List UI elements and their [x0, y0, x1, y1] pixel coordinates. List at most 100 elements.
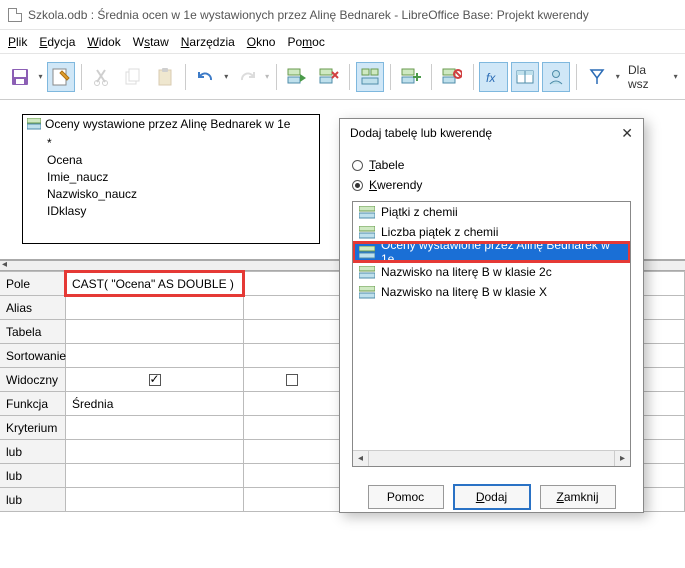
list-item-label: Liczba piątek z chemii [381, 225, 498, 239]
row-label-alias: Alias [0, 296, 66, 320]
source-field[interactable]: Nazwisko_naucz [47, 186, 313, 203]
distinct-button[interactable] [583, 62, 611, 92]
query-icon [359, 246, 375, 259]
visible-checkbox[interactable] [286, 374, 298, 386]
toolbar-separator [431, 64, 432, 90]
cut-button[interactable] [88, 62, 116, 92]
list-item[interactable]: Nazwisko na literę B w klasie X [353, 282, 630, 302]
table-name-button[interactable] [511, 62, 539, 92]
radio-kwerendy[interactable]: Kwerendy [352, 175, 631, 195]
dialog-titlebar[interactable]: Dodaj tabelę lub kwerendę ✕ [340, 119, 643, 147]
radio-label-tabele: Tabele [369, 158, 404, 172]
lub1-cell-1[interactable] [66, 440, 244, 464]
toolbar-separator [81, 64, 82, 90]
toolbar-separator [576, 64, 577, 90]
tabela-cell-2[interactable] [244, 320, 340, 344]
menu-okno[interactable]: Okno [247, 35, 276, 49]
limit-label: Dla wsz [628, 63, 667, 91]
lub3-cell-1[interactable] [66, 488, 244, 512]
list-item[interactable]: Piątki z chemii [353, 202, 630, 222]
distinct-dropdown[interactable]: ▾ [614, 72, 621, 81]
source-query-header[interactable]: Oceny wystawione przez Alinę Bednarek w … [23, 115, 319, 133]
source-field-list[interactable]: * Ocena Imie_naucz Nazwisko_naucz IDklas… [23, 133, 319, 224]
funkcja-value: Średnia [72, 397, 113, 411]
document-icon [8, 8, 22, 22]
svg-text:fx: fx [486, 71, 496, 85]
title-bar: Szkola.odb : Średnia ocen w 1e wystawion… [0, 0, 685, 30]
limit-dropdown[interactable]: ▾ [672, 72, 679, 81]
menu-edycja[interactable]: Edycja [39, 35, 75, 49]
list-item-selected[interactable]: Oceny wystawione przez Alinę Bednarek w … [353, 242, 630, 262]
radio-icon[interactable] [352, 160, 363, 171]
source-field-star[interactable]: * [47, 135, 313, 152]
horizontal-scrollbar[interactable]: ◂ ▸ [353, 450, 630, 466]
add-button[interactable]: Dodaj [454, 485, 530, 509]
dialog-title: Dodaj tabelę lub kwerendę [350, 126, 492, 140]
undo-button[interactable] [192, 62, 220, 92]
vis-cell-1[interactable] [66, 368, 244, 392]
source-field[interactable]: Ocena [47, 152, 313, 169]
button-label: Dodaj [476, 490, 507, 504]
sql-direct-button[interactable] [438, 62, 466, 92]
funkcja-cell-2[interactable] [244, 392, 340, 416]
query-icon [359, 266, 375, 279]
lub1-cell-2[interactable] [244, 440, 340, 464]
save-button[interactable] [6, 62, 34, 92]
source-field[interactable]: Imie_naucz [47, 169, 313, 186]
alias-cell-1[interactable] [66, 296, 244, 320]
lub2-cell-1[interactable] [66, 464, 244, 488]
funkcja-cell-1[interactable]: Średnia [66, 392, 244, 416]
close-icon[interactable]: ✕ [621, 126, 633, 140]
menu-narzedzia[interactable]: Narzędzia [181, 35, 235, 49]
edit-mode-button[interactable] [47, 62, 75, 92]
add-table-button[interactable] [397, 62, 425, 92]
list-item-label: Piątki z chemii [381, 205, 458, 219]
alias-cell-2[interactable] [244, 296, 340, 320]
menu-pomoc[interactable]: Pomoc [287, 35, 324, 49]
toolbar-separator [276, 64, 277, 90]
radio-tabele[interactable]: Tabele [352, 155, 631, 175]
query-list[interactable]: Piątki z chemii Liczba piątek z chemii O… [352, 201, 631, 467]
toolbar-separator [473, 64, 474, 90]
lub2-cell-2[interactable] [244, 464, 340, 488]
query-icon [359, 286, 375, 299]
vis-cell-2[interactable] [244, 368, 340, 392]
close-button[interactable]: Zamknij [540, 485, 616, 509]
scroll-left-icon[interactable]: ◂ [353, 451, 369, 466]
scroll-right-icon[interactable]: ▸ [614, 451, 630, 466]
functions-button[interactable]: fx [479, 62, 507, 92]
alias-button[interactable] [542, 62, 570, 92]
row-label-funkcja: Funkcja [0, 392, 66, 416]
tabela-cell-1[interactable] [66, 320, 244, 344]
run-query-button[interactable] [283, 62, 311, 92]
redo-button[interactable] [233, 62, 261, 92]
sort-cell-2[interactable] [244, 344, 340, 368]
copy-button[interactable] [119, 62, 147, 92]
source-query-box[interactable]: Oceny wystawione przez Alinę Bednarek w … [22, 114, 320, 244]
pole-cell-2[interactable] [244, 272, 340, 296]
save-dropdown[interactable]: ▾ [37, 72, 44, 81]
kryt-cell-2[interactable] [244, 416, 340, 440]
pole-value: CAST( "Ocena" AS DOUBLE ) [72, 277, 234, 291]
menu-plik[interactable]: Plik [8, 35, 27, 49]
sort-cell-1[interactable] [66, 344, 244, 368]
menu-wstaw[interactable]: Wstaw [133, 35, 169, 49]
redo-dropdown[interactable]: ▾ [264, 72, 271, 81]
pole-cell-1[interactable]: CAST( "Ocena" AS DOUBLE ) [66, 272, 244, 296]
menu-widok[interactable]: Widok [87, 35, 120, 49]
clear-query-button[interactable] [315, 62, 343, 92]
radio-icon[interactable] [352, 180, 363, 191]
design-view-button[interactable] [356, 62, 384, 92]
paste-button[interactable] [151, 62, 179, 92]
source-field[interactable]: IDklasy [47, 203, 313, 220]
visible-checkbox[interactable] [149, 374, 161, 386]
scroll-track[interactable] [369, 451, 614, 466]
lub3-cell-2[interactable] [244, 488, 340, 512]
window-title: Szkola.odb : Średnia ocen w 1e wystawion… [28, 8, 589, 22]
list-item-label: Nazwisko na literę B w klasie 2c [381, 265, 552, 279]
row-label-tabela: Tabela [0, 320, 66, 344]
radio-label-kwerendy: Kwerendy [369, 178, 422, 192]
kryt-cell-1[interactable] [66, 416, 244, 440]
undo-dropdown[interactable]: ▾ [223, 72, 230, 81]
help-button[interactable]: Pomoc [368, 485, 444, 509]
